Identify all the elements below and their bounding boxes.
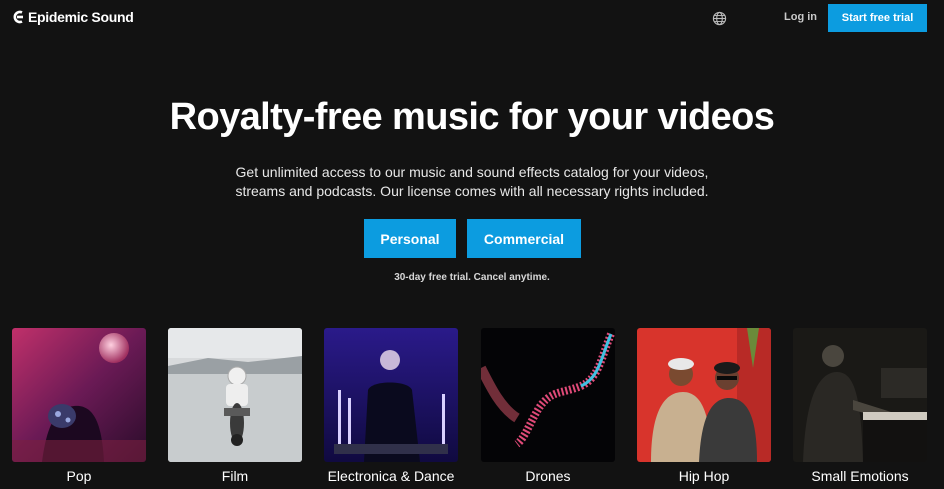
commercial-button[interactable]: Commercial [467,219,581,258]
hero-subtitle-line: Get unlimited access to our music and so… [235,164,709,180]
login-link[interactable]: Log in [784,11,817,23]
hero-subtitle-line: streams and podcasts. Our license comes … [235,183,709,199]
genre-image-drones [481,328,615,462]
hero-title: Royalty-free music for your videos [169,96,775,138]
genre-card-drones[interactable]: Drones [481,328,615,484]
genre-label: Drones [525,468,571,484]
brand-logo[interactable]: Epidemic Sound [12,9,134,25]
genre-label: Hip Hop [678,468,730,484]
globe-icon[interactable] [712,11,727,26]
genre-label: Small Emotions [811,468,909,484]
pop-image [12,328,146,462]
genre-label: Film [221,468,249,484]
cta-group: Personal Commercial [0,219,944,258]
top-nav: Epidemic Sound Log in Start free trial [0,0,944,36]
small-emotions-image [793,328,927,462]
hip-hop-image [637,328,771,462]
drones-image [481,328,615,462]
genre-image-pop [12,328,146,462]
genre-card-small-emotions[interactable]: Small Emotions [793,328,927,484]
hero-subtitle: Get unlimited access to our music and so… [0,163,944,201]
genre-card-film[interactable]: Film [168,328,302,484]
personal-button[interactable]: Personal [364,219,456,258]
genre-card-hip-hop[interactable]: Hip Hop [637,328,771,484]
trial-note: 30-day free trial. Cancel anytime. [394,272,550,283]
brand-name: Epidemic Sound [28,9,134,25]
genre-image-small-emotions [793,328,927,462]
film-image [168,328,302,462]
genre-card-pop[interactable]: Pop [12,328,146,484]
epidemic-logo-icon [13,10,23,24]
genre-label: Pop [66,468,92,484]
start-free-trial-button[interactable]: Start free trial [828,4,927,32]
genre-image-film [168,328,302,462]
genre-label: Electronica & Dance [327,468,455,484]
electronica-image [324,328,458,462]
genre-image-hip-hop [637,328,771,462]
genre-card-electronica[interactable]: Electronica & Dance [324,328,458,484]
genre-image-electronica [324,328,458,462]
